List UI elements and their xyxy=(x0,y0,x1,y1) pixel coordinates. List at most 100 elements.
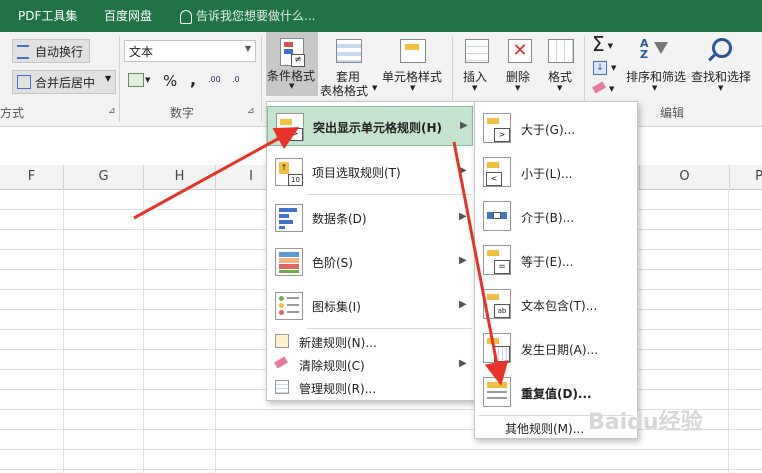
chevron-down-icon: ▼ xyxy=(652,84,658,92)
data-bars-label: 数据条(D) xyxy=(312,212,367,226)
fill-button[interactable]: ↓ ▼ xyxy=(593,59,616,75)
format-as-table-button[interactable]: 套用 表格格式 ▼ xyxy=(320,34,378,98)
format-button[interactable]: 格式 ▼ xyxy=(542,34,582,98)
fill-down-icon: ↓ xyxy=(593,61,607,75)
cell-styles-label: 单元格样式 xyxy=(382,70,443,84)
submenu-item-less-than[interactable]: < 小于(L)... xyxy=(475,150,635,194)
chevron-down-icon: ▼ xyxy=(244,44,251,53)
submenu-item-equal-to[interactable]: = 等于(E)... xyxy=(475,238,635,282)
table-format-label-2: 表格格式 xyxy=(320,84,369,98)
column-header-g[interactable]: G xyxy=(64,165,144,189)
chevron-down-icon[interactable]: ▼ xyxy=(105,74,111,83)
number-format-value: 文本 xyxy=(129,45,154,59)
increase-decimal-button[interactable]: .00 xyxy=(208,75,221,84)
chevron-down-icon: ▼ xyxy=(515,84,521,92)
filter-funnel-icon xyxy=(654,42,668,54)
less-than-icon: < xyxy=(483,157,511,187)
data-bars-icon xyxy=(275,204,303,232)
magnifier-handle xyxy=(708,53,716,62)
column-header-o[interactable]: O xyxy=(639,165,730,189)
column-header-p[interactable]: P xyxy=(729,165,762,189)
menu-item-manage-rules[interactable]: 管理规则(R)... xyxy=(267,376,473,398)
cell-styles-icon xyxy=(400,39,426,63)
submenu-item-text-contains[interactable]: ab 文本包含(T)... xyxy=(475,282,635,326)
menu-item-new-rule[interactable]: 新建规则(N)... xyxy=(267,330,473,352)
grid-line xyxy=(0,449,762,450)
submenu-item-date-occurring[interactable]: 发生日期(A)... xyxy=(475,326,635,370)
menu-item-top-bottom-rules[interactable]: ↑ 10 项目选取规则(T) ▶ xyxy=(267,150,473,192)
chevron-down-icon: ▼ xyxy=(372,84,378,92)
insert-label: 插入 xyxy=(463,70,488,84)
dialog-launcher-icon[interactable]: ⊿ xyxy=(108,106,116,116)
chevron-down-icon: ▼ xyxy=(289,82,295,90)
menu-item-data-bars[interactable]: 数据条(D) ▶ xyxy=(267,196,473,238)
new-rule-icon xyxy=(275,334,289,348)
merge-center-label: 合并后居中 xyxy=(35,76,96,90)
decrease-decimal-button[interactable]: .0 xyxy=(232,75,240,84)
clear-rules-label: 清除规则(C) xyxy=(299,359,365,373)
comma-button[interactable]: , xyxy=(190,70,196,89)
grid-line xyxy=(143,189,144,473)
delete-label: 删除 xyxy=(506,70,531,84)
column-header-f[interactable]: F xyxy=(0,165,64,189)
menu-item-highlight-rules[interactable]: > 突出显示单元格规则(H) ▶ xyxy=(267,106,473,146)
chevron-down-icon: ▼ xyxy=(557,84,563,92)
group-separator xyxy=(119,36,120,122)
new-rule-label: 新建规则(N)... xyxy=(299,336,377,350)
duplicate-values-icon xyxy=(483,377,511,407)
tell-me-search[interactable]: 告诉我您想要做什么... xyxy=(180,0,315,32)
chevron-down-icon: ▼ xyxy=(145,76,151,84)
autosum-button[interactable]: Σ ▼ xyxy=(592,32,613,56)
eraser-icon xyxy=(274,356,288,369)
percent-button[interactable]: % xyxy=(163,72,177,90)
number-format-select[interactable]: 文本 ▼ xyxy=(124,40,256,62)
text-contains-label: 文本包含(T)... xyxy=(521,299,598,313)
format-icon xyxy=(548,39,574,63)
insert-button[interactable]: 插入 ▼ xyxy=(457,34,497,98)
tab-pdf-tools[interactable]: PDF工具集 xyxy=(18,0,77,32)
duplicate-values-label: 重复值(D)... xyxy=(521,387,592,401)
ribbon-tab-bar: PDF工具集 百度网盘 告诉我您想要做什么... xyxy=(0,0,762,32)
manage-rules-icon xyxy=(275,380,289,394)
find-select-label: 查找和选择 xyxy=(691,70,752,84)
currency-button[interactable]: ▼ xyxy=(128,73,152,93)
chevron-right-icon: ▶ xyxy=(459,165,467,176)
chevron-down-icon: ▼ xyxy=(472,84,478,92)
tab-baidu-disk[interactable]: 百度网盘 xyxy=(104,0,152,32)
submenu-item-between[interactable]: 介于(B)... xyxy=(475,194,635,238)
sort-filter-button[interactable]: AZ 排序和筛选 ▼ xyxy=(624,34,688,98)
baidu-jingyan-watermark: Baidu经验 xyxy=(588,410,703,435)
wrap-text-button[interactable]: 自动换行 xyxy=(12,39,90,63)
menu-separator xyxy=(307,328,472,329)
menu-item-icon-sets[interactable]: 图标集(I) ▶ xyxy=(267,284,473,326)
chevron-down-icon: ▼ xyxy=(410,84,416,92)
column-header-h[interactable]: H xyxy=(144,165,216,189)
delete-button[interactable]: ✕ 删除 ▼ xyxy=(500,34,540,98)
menu-item-clear-rules[interactable]: 清除规则(C) ▶ xyxy=(267,353,473,375)
clear-button[interactable]: ▼ xyxy=(592,80,615,94)
conditional-format-button[interactable]: ≠ 条件格式 ▼ xyxy=(266,32,318,96)
top-bottom-rules-label: 项目选取规则(T) xyxy=(312,166,401,180)
menu-item-color-scales[interactable]: 色阶(S) ▶ xyxy=(267,240,473,282)
chevron-down-icon: ▼ xyxy=(609,85,615,93)
greater-than-icon: > xyxy=(483,113,511,143)
wrap-text-label: 自动换行 xyxy=(35,45,84,59)
submenu-item-greater-than[interactable]: > 大于(G)... xyxy=(475,106,635,150)
find-select-button[interactable]: 查找和选择 ▼ xyxy=(690,34,754,98)
cell-styles-button[interactable]: 单元格样式 ▼ xyxy=(380,34,446,98)
icon-sets-icon xyxy=(275,292,303,320)
dialog-launcher-icon[interactable]: ⊿ xyxy=(247,106,255,116)
between-icon xyxy=(483,201,511,231)
chevron-down-icon: ▼ xyxy=(607,41,614,50)
manage-rules-label: 管理规则(R)... xyxy=(299,382,377,396)
insert-icon xyxy=(465,39,489,63)
wrap-text-icon xyxy=(17,45,29,59)
delete-icon: ✕ xyxy=(508,39,532,63)
top-bottom-rules-icon: ↑ 10 xyxy=(275,158,303,186)
grid-line xyxy=(728,189,729,473)
alignment-group-label: 方式 xyxy=(0,106,25,120)
lightbulb-icon xyxy=(180,9,192,24)
merge-center-button[interactable]: 合并后居中 ▼ xyxy=(12,70,116,94)
chevron-down-icon: ▼ xyxy=(611,64,617,72)
highlight-rules-icon: > xyxy=(276,113,304,141)
